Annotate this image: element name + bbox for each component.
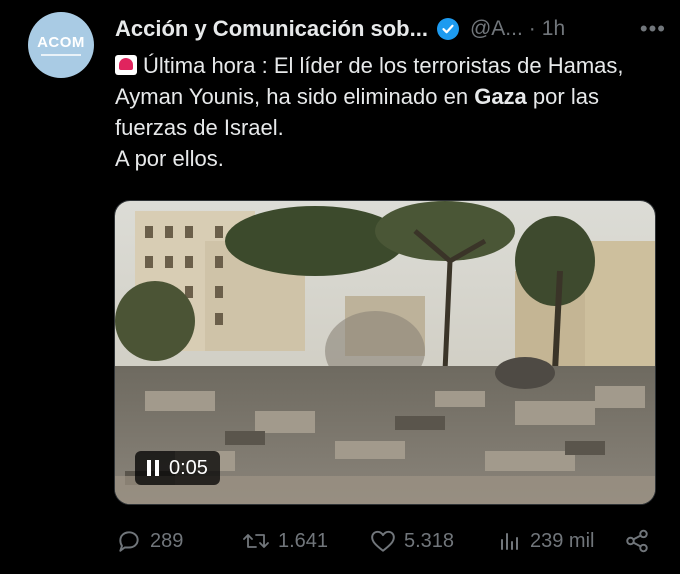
share-icon [626,529,648,553]
timestamp[interactable]: 1h [542,17,565,41]
tweet-header: Acción y Comunicación sob... @A... · 1h … [115,12,670,46]
reply-icon [119,531,139,552]
reply-button[interactable]: 289 [116,528,183,554]
views-button[interactable]: 239 mil [498,529,594,553]
display-name[interactable]: Acción y Comunicación sob... [115,16,428,42]
repost-icon [243,534,269,548]
separator-dot: · [528,17,536,40]
tweet-text: Última hora : El líder de los terrorista… [115,50,655,174]
tweet-line-2: A por ellos. [115,146,224,171]
alert-siren-icon [115,55,137,75]
verified-badge-icon[interactable] [436,18,459,40]
like-button[interactable]: 5.318 [370,529,454,553]
pause-icon[interactable] [147,460,159,476]
more-options-icon[interactable]: ••• [640,16,666,42]
tweet-actions: 289 1.641 5.318 239 mil [114,524,654,558]
video-timestamp-control[interactable]: 0:05 [135,451,220,485]
tweet-bold-word: Gaza [474,84,527,109]
avatar-logo-underline [41,54,81,56]
views-count: 239 mil [530,529,595,552]
repost-count: 1.641 [278,529,329,552]
avatar-logo-text: ACOM [37,34,85,51]
views-chart-icon [501,533,518,550]
video-elapsed-time: 0:05 [169,456,208,479]
video-player[interactable]: 0:05 [114,200,656,505]
handle[interactable]: @A... [470,17,523,41]
avatar[interactable]: ACOM [28,12,94,78]
like-count: 5.318 [404,529,455,552]
share-button[interactable] [624,528,650,554]
tweet-paragraph: Última hora : El líder de los terrorista… [115,50,655,143]
reply-count: 289 [150,529,184,552]
heart-icon [371,530,395,552]
repost-button[interactable]: 1.641 [242,529,328,553]
